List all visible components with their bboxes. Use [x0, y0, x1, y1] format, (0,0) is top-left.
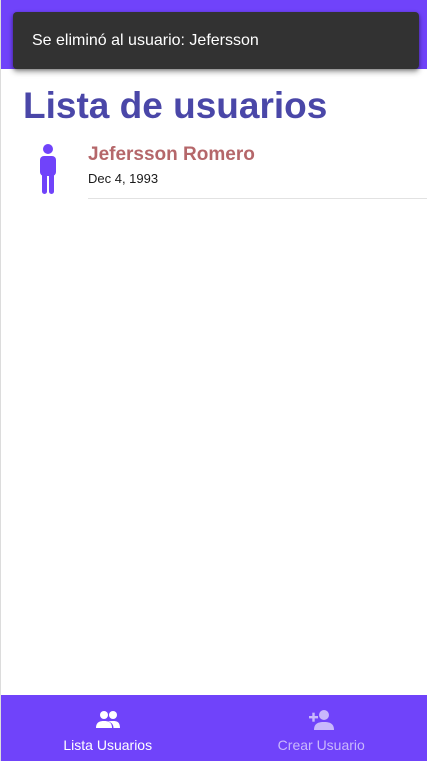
nav-label: Lista Usuarios — [63, 737, 153, 753]
nav-item-lista-usuarios[interactable]: Lista Usuarios — [1, 695, 215, 761]
app-screen: Se eliminó al usuario: Jefersson Lista d… — [0, 0, 427, 761]
snackbar-message: Se eliminó al usuario: Jefersson — [32, 31, 259, 49]
snackbar: Se eliminó al usuario: Jefersson — [13, 12, 419, 69]
person-icon — [40, 144, 56, 194]
nav-item-crear-usuario[interactable]: Crear Usuario — [215, 695, 427, 761]
nav-label: Crear Usuario — [277, 737, 365, 753]
list-item-text: Jefersson Romero Dec 4, 1993 — [88, 138, 427, 199]
user-name: Jefersson Romero — [88, 144, 255, 165]
list-item[interactable]: Jefersson Romero Dec 4, 1993 — [1, 138, 427, 200]
page-title: Lista de usuarios — [23, 85, 328, 126]
bottom-navigation: Lista Usuarios Crear Usuario — [1, 695, 427, 761]
people-icon — [95, 711, 120, 728]
person-add-icon — [309, 710, 335, 730]
user-birth-date: Dec 4, 1993 — [88, 171, 159, 186]
